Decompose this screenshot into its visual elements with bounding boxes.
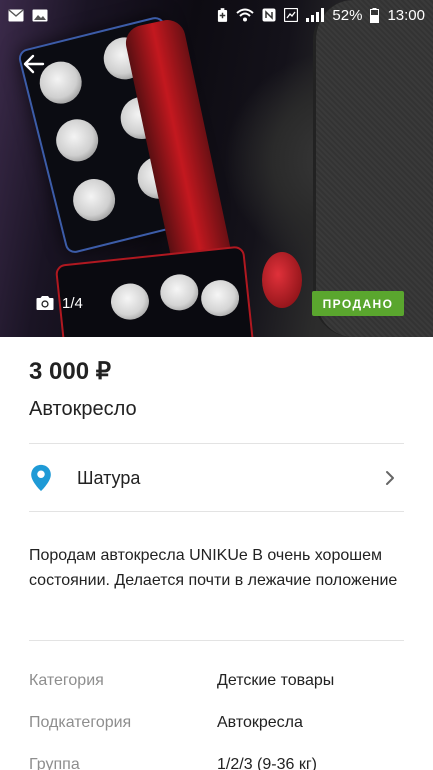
divider: [29, 640, 404, 641]
status-bar-left: [8, 8, 48, 22]
divider: [29, 443, 404, 444]
battery-saver-icon: [218, 7, 228, 22]
chevron-right-icon: [386, 471, 394, 485]
status-bar: 52% 13:00: [0, 0, 433, 30]
location-row[interactable]: Шатура: [29, 445, 404, 511]
image-icon: [32, 9, 48, 21]
param-value: Детские товары: [217, 672, 335, 689]
photo-red-knob: [262, 252, 302, 308]
nfc-icon: [262, 8, 276, 22]
location-name: Шатура: [77, 467, 141, 488]
photo-panel-figure: [199, 278, 241, 319]
listing-price: 3 000 ₽: [29, 358, 111, 385]
arrow-left-icon: [23, 54, 45, 74]
status-bar-right: 52% 13:00: [217, 7, 425, 24]
location-pin-icon: [31, 464, 51, 492]
param-value: Автокресла: [217, 714, 303, 731]
param-label: Категория: [29, 672, 104, 689]
photo-counter-text: 1/4: [62, 294, 83, 312]
param-row: Категория Детские товары: [29, 672, 409, 714]
photo-panel-figure: [51, 114, 103, 166]
screenshot-icon: [284, 8, 299, 22]
photo-counter: 1/4: [28, 288, 91, 318]
mail-icon: [8, 8, 24, 21]
battery-icon: [370, 7, 380, 23]
params-list: Категория Детские товары Подкатегория Ав…: [29, 672, 409, 770]
divider: [29, 511, 404, 512]
back-button[interactable]: [18, 48, 50, 80]
photo-panel-figure: [109, 281, 151, 322]
signal-icon: [306, 8, 325, 22]
sold-badge: ПРОДАНО: [312, 291, 404, 316]
param-value: 1/2/3 (9-36 кг): [217, 756, 317, 770]
param-row: Группа 1/2/3 (9-36 кг): [29, 756, 409, 770]
photo-seat-fabric: [313, 0, 433, 337]
param-label: Подкатегория: [29, 714, 132, 731]
battery-percent: 52%: [332, 6, 363, 24]
photo-panel-figure: [68, 174, 120, 226]
listing-title: Автокресло: [29, 398, 137, 420]
wifi-icon: [236, 8, 255, 22]
param-label: Группа: [29, 756, 80, 770]
listing-description: Породам автокресла UNIKUe B очень хороше…: [29, 547, 398, 589]
camera-icon: [36, 296, 54, 310]
status-time: 13:00: [387, 6, 425, 24]
param-row: Подкатегория Автокресла: [29, 714, 409, 756]
photo-panel-figure: [158, 272, 201, 313]
listing-photo[interactable]: 52% 13:00 1/4 ПРОДАНО: [0, 0, 433, 337]
